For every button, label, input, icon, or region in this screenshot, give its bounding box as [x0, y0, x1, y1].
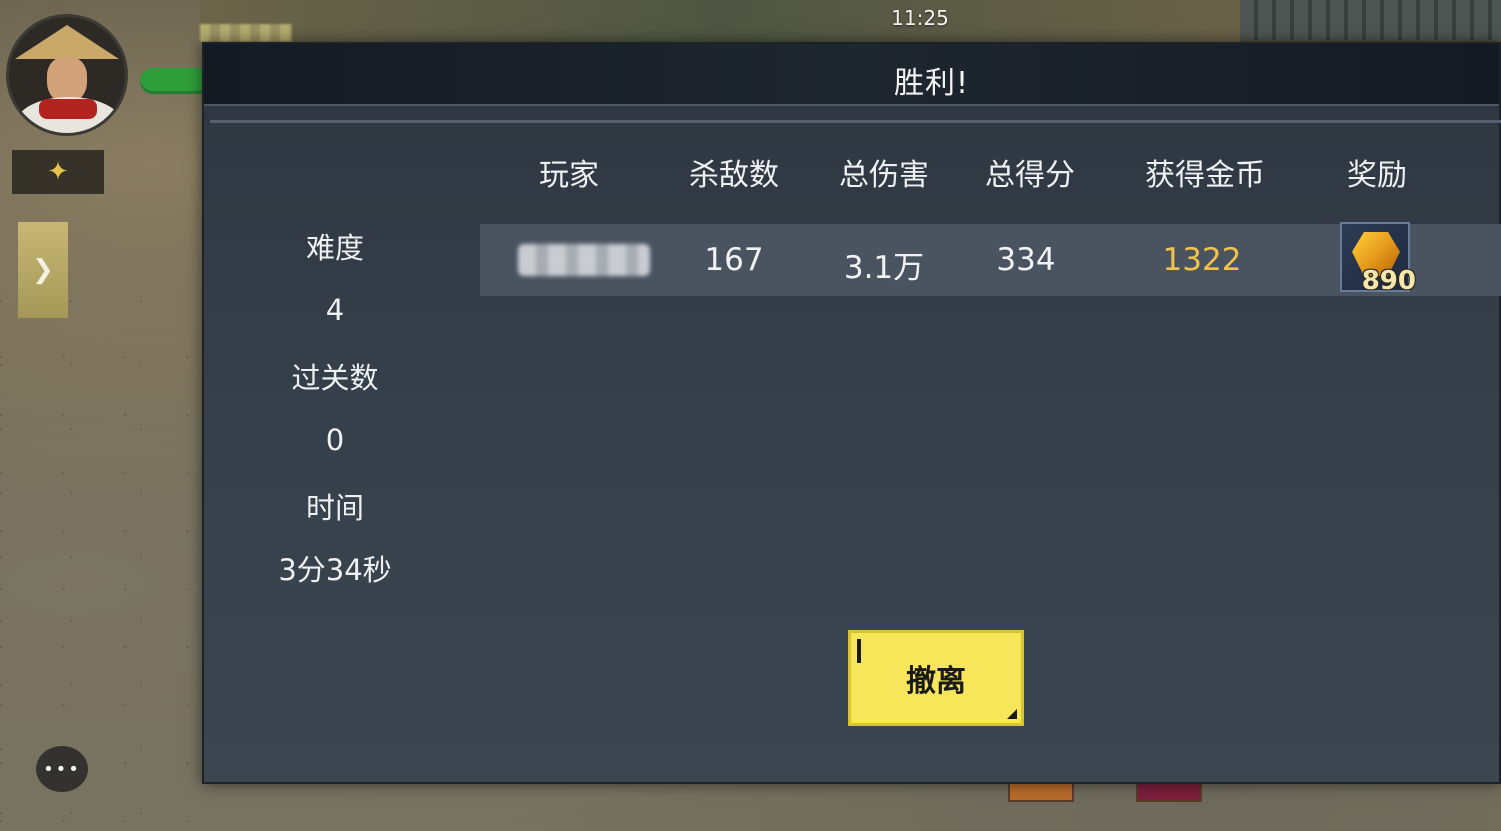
- stages-label: 过关数: [291, 361, 379, 395]
- header-gold: 获得金币: [1145, 158, 1265, 193]
- damage-value: 3.1万: [843, 250, 925, 286]
- victory-result-panel: 胜利! 难度 4 过关数 0 时间 3分34秒 玩家 杀敌数 总伤害 总得分 获…: [202, 42, 1501, 784]
- difficulty-value: 4: [325, 293, 345, 327]
- score-value: 334: [996, 242, 1056, 278]
- background-roof: [1240, 0, 1501, 40]
- difficulty-label: 难度: [305, 231, 364, 265]
- button-corner-mark: [857, 639, 861, 663]
- chat-icon: •••: [43, 758, 81, 780]
- header-score: 总得分: [985, 158, 1075, 193]
- background-stone-path: [0, 300, 205, 831]
- bird-icon: ✦: [47, 157, 69, 187]
- side-tab[interactable]: ❯: [18, 222, 68, 318]
- skill-slot[interactable]: ✦: [12, 150, 104, 194]
- table-row: 167 3.1万 334 1322 890: [480, 222, 1501, 296]
- kills-value: 167: [704, 242, 764, 278]
- panel-divider: [210, 120, 1501, 123]
- header-damage: 总伤害: [839, 158, 929, 193]
- status-clock: 11:25: [891, 6, 949, 30]
- background-terrain-top: [200, 0, 1240, 42]
- header-player: 玩家: [539, 158, 599, 193]
- match-summary: 难度 4 过关数 0 时间 3分34秒: [254, 226, 416, 616]
- header-kills: 杀敌数: [689, 158, 779, 193]
- gold-value: 1322: [1162, 242, 1242, 278]
- retreat-button-label: 撤离: [906, 664, 966, 699]
- stages-value: 0: [325, 423, 345, 457]
- retreat-button[interactable]: 撤离: [848, 630, 1024, 726]
- health-bar: [140, 68, 206, 94]
- avatar-scarf: [39, 99, 97, 119]
- button-corner-mark: [1007, 709, 1017, 719]
- panel-header: 胜利!: [204, 44, 1499, 106]
- player-name-blurred: [200, 24, 292, 42]
- header-reward: 奖励: [1347, 158, 1407, 193]
- chat-button[interactable]: •••: [36, 746, 88, 792]
- panel-title: 胜利!: [894, 66, 970, 101]
- reward-count: 890: [1361, 266, 1416, 296]
- reward-item[interactable]: 890: [1340, 222, 1416, 296]
- time-label: 时间: [305, 491, 364, 525]
- player-name-blurred: [518, 244, 650, 276]
- player-avatar[interactable]: [6, 14, 128, 136]
- arrow-icon: ❯: [32, 255, 54, 285]
- time-value: 3分34秒: [278, 553, 392, 587]
- avatar-hat: [15, 25, 119, 59]
- results-table-header: 玩家 杀敌数 总伤害 总得分 获得金币 奖励: [480, 150, 1501, 200]
